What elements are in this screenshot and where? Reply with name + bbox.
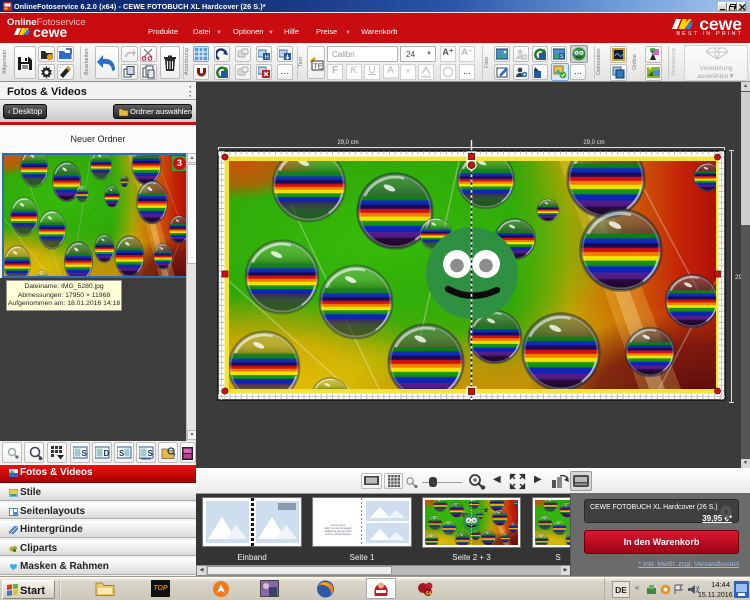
- svg-text:S: S: [81, 449, 87, 458]
- svg-text:29,0 cm: 29,0 cm: [583, 140, 604, 146]
- svg-text:S: S: [147, 449, 153, 458]
- svg-text:29,0 cm: 29,0 cm: [337, 140, 358, 146]
- svg-text:64: 64: [426, 591, 432, 597]
- svg-text:TE: TE: [314, 64, 323, 71]
- svg-text:H: H: [265, 55, 269, 60]
- svg-text:D: D: [103, 449, 109, 458]
- svg-text:S: S: [119, 449, 125, 458]
